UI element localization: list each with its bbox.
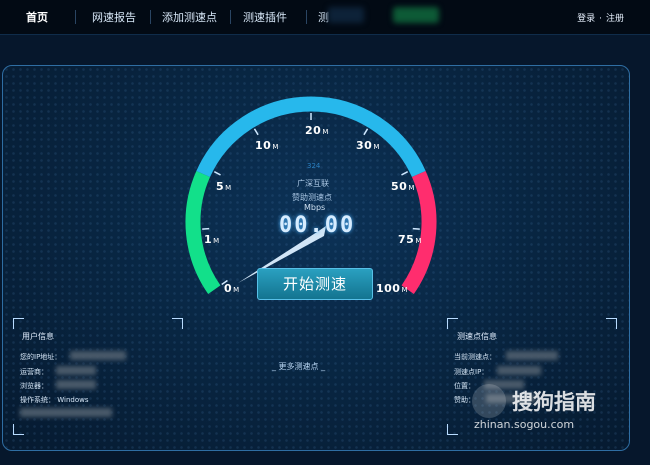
redacted-value <box>56 380 96 389</box>
gauge-label-75: 75M <box>398 233 422 246</box>
more-test-points-link[interactable]: _ 更多测速点 _ <box>272 361 325 372</box>
corner-bracket <box>13 318 24 329</box>
speed-readout: 00.00 <box>279 213 356 238</box>
server-ip-label: 测速点IP： <box>454 368 489 376</box>
user-isp-label: 运营商： <box>20 368 48 376</box>
watermark-url: zhinan.sogou.com <box>474 418 575 431</box>
gauge-label-1: 1M <box>204 233 220 246</box>
sogou-logo-icon <box>472 384 506 418</box>
redacted-value <box>56 366 96 375</box>
user-ip-label: 您的IP地址： <box>20 353 62 361</box>
corner-bracket <box>447 424 458 435</box>
sponsor-label: 赞助测速点 <box>292 193 332 202</box>
corner-bracket <box>172 318 183 329</box>
redacted-value <box>506 351 558 360</box>
corner-bracket <box>447 318 458 329</box>
server-info-title: 测速点信息 <box>457 332 497 341</box>
user-os-label: 操作系统： Windows <box>20 395 88 405</box>
corner-bracket <box>606 318 617 329</box>
redacted-value <box>497 366 541 375</box>
gauge-label-5: 5M <box>216 180 232 193</box>
corner-bracket <box>13 424 24 435</box>
gauge-label-50: 50M <box>391 180 415 193</box>
gauge-label-10: 10M <box>255 139 279 152</box>
gauge-label-20: 20M <box>305 124 329 137</box>
speed-unit: Mbps <box>304 203 326 212</box>
redacted-value <box>20 408 112 417</box>
gauge-arc-low <box>185 170 221 294</box>
sogou-watermark: 搜狗指南 zhinan.sogou.com <box>472 384 622 431</box>
gauge-tick <box>253 128 259 136</box>
user-info-title: 用户信息 <box>22 332 54 341</box>
user-os-field: 操作系统： <box>20 396 55 404</box>
gauge-tick <box>213 171 221 176</box>
gauge-label-100: 100M <box>376 282 409 295</box>
ping-value: 324 <box>307 162 321 170</box>
user-os-value: Windows <box>57 396 89 404</box>
user-browser-label: 浏览器： <box>20 382 48 390</box>
gauge-label-30: 30M <box>356 139 380 152</box>
start-test-button[interactable]: 开始测速 <box>257 268 373 300</box>
gauge-tick <box>401 171 409 176</box>
redacted-value <box>70 351 126 360</box>
isp-name: 广深互联 <box>297 179 329 188</box>
server-name-label: 当前测速点： <box>454 353 496 361</box>
gauge-label-0: 0M <box>224 282 240 295</box>
watermark-brand: 搜狗指南 <box>512 390 596 414</box>
gauge-tick <box>363 128 369 136</box>
